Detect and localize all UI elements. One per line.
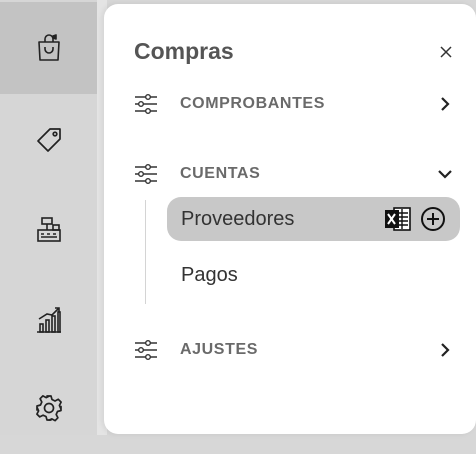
tag-icon [36,128,61,152]
bar-chart-icon [36,307,61,333]
rail-item-tags[interactable] [0,94,97,186]
excel-icon[interactable] [384,206,412,232]
section-label: CUENTAS [180,165,261,182]
chevron-right-icon [441,343,450,357]
sub-item-proveedores[interactable]: Proveedores [167,197,460,241]
close-button[interactable] [436,42,456,62]
panel-title: Compras [134,38,234,64]
sub-item-label: Pagos [181,263,238,286]
gear-icon [35,395,62,422]
section-comprobantes[interactable]: COMPROBANTES [134,89,454,119]
rail-item-caja[interactable] [0,184,97,276]
chevron-right-icon [441,97,450,111]
rail-item-reportes[interactable] [0,274,97,366]
compras-flyout-panel: Compras COMPROBANTES CUENTAS Proveedores… [104,4,476,434]
section-ajustes[interactable]: AJUSTES [134,335,454,365]
cash-register-icon [36,217,61,242]
close-icon [440,46,452,58]
icon-rail [0,0,97,435]
sliders-icon [135,94,157,115]
add-circle-icon[interactable] [420,206,446,232]
shopping-bag-icon [37,34,60,61]
chevron-down-icon [438,170,452,179]
rail-item-configuracion[interactable] [0,362,97,454]
sub-item-actions [384,206,446,232]
tree-connector-line [145,200,146,304]
sub-item-label: Proveedores [181,207,295,230]
sliders-icon [135,164,157,185]
sliders-icon [135,340,157,361]
rail-item-compras[interactable] [0,2,97,94]
section-label: COMPROBANTES [180,95,325,112]
section-cuentas[interactable]: CUENTAS [134,159,454,189]
section-label: AJUSTES [180,341,258,358]
sub-item-pagos[interactable]: Pagos [167,253,460,297]
